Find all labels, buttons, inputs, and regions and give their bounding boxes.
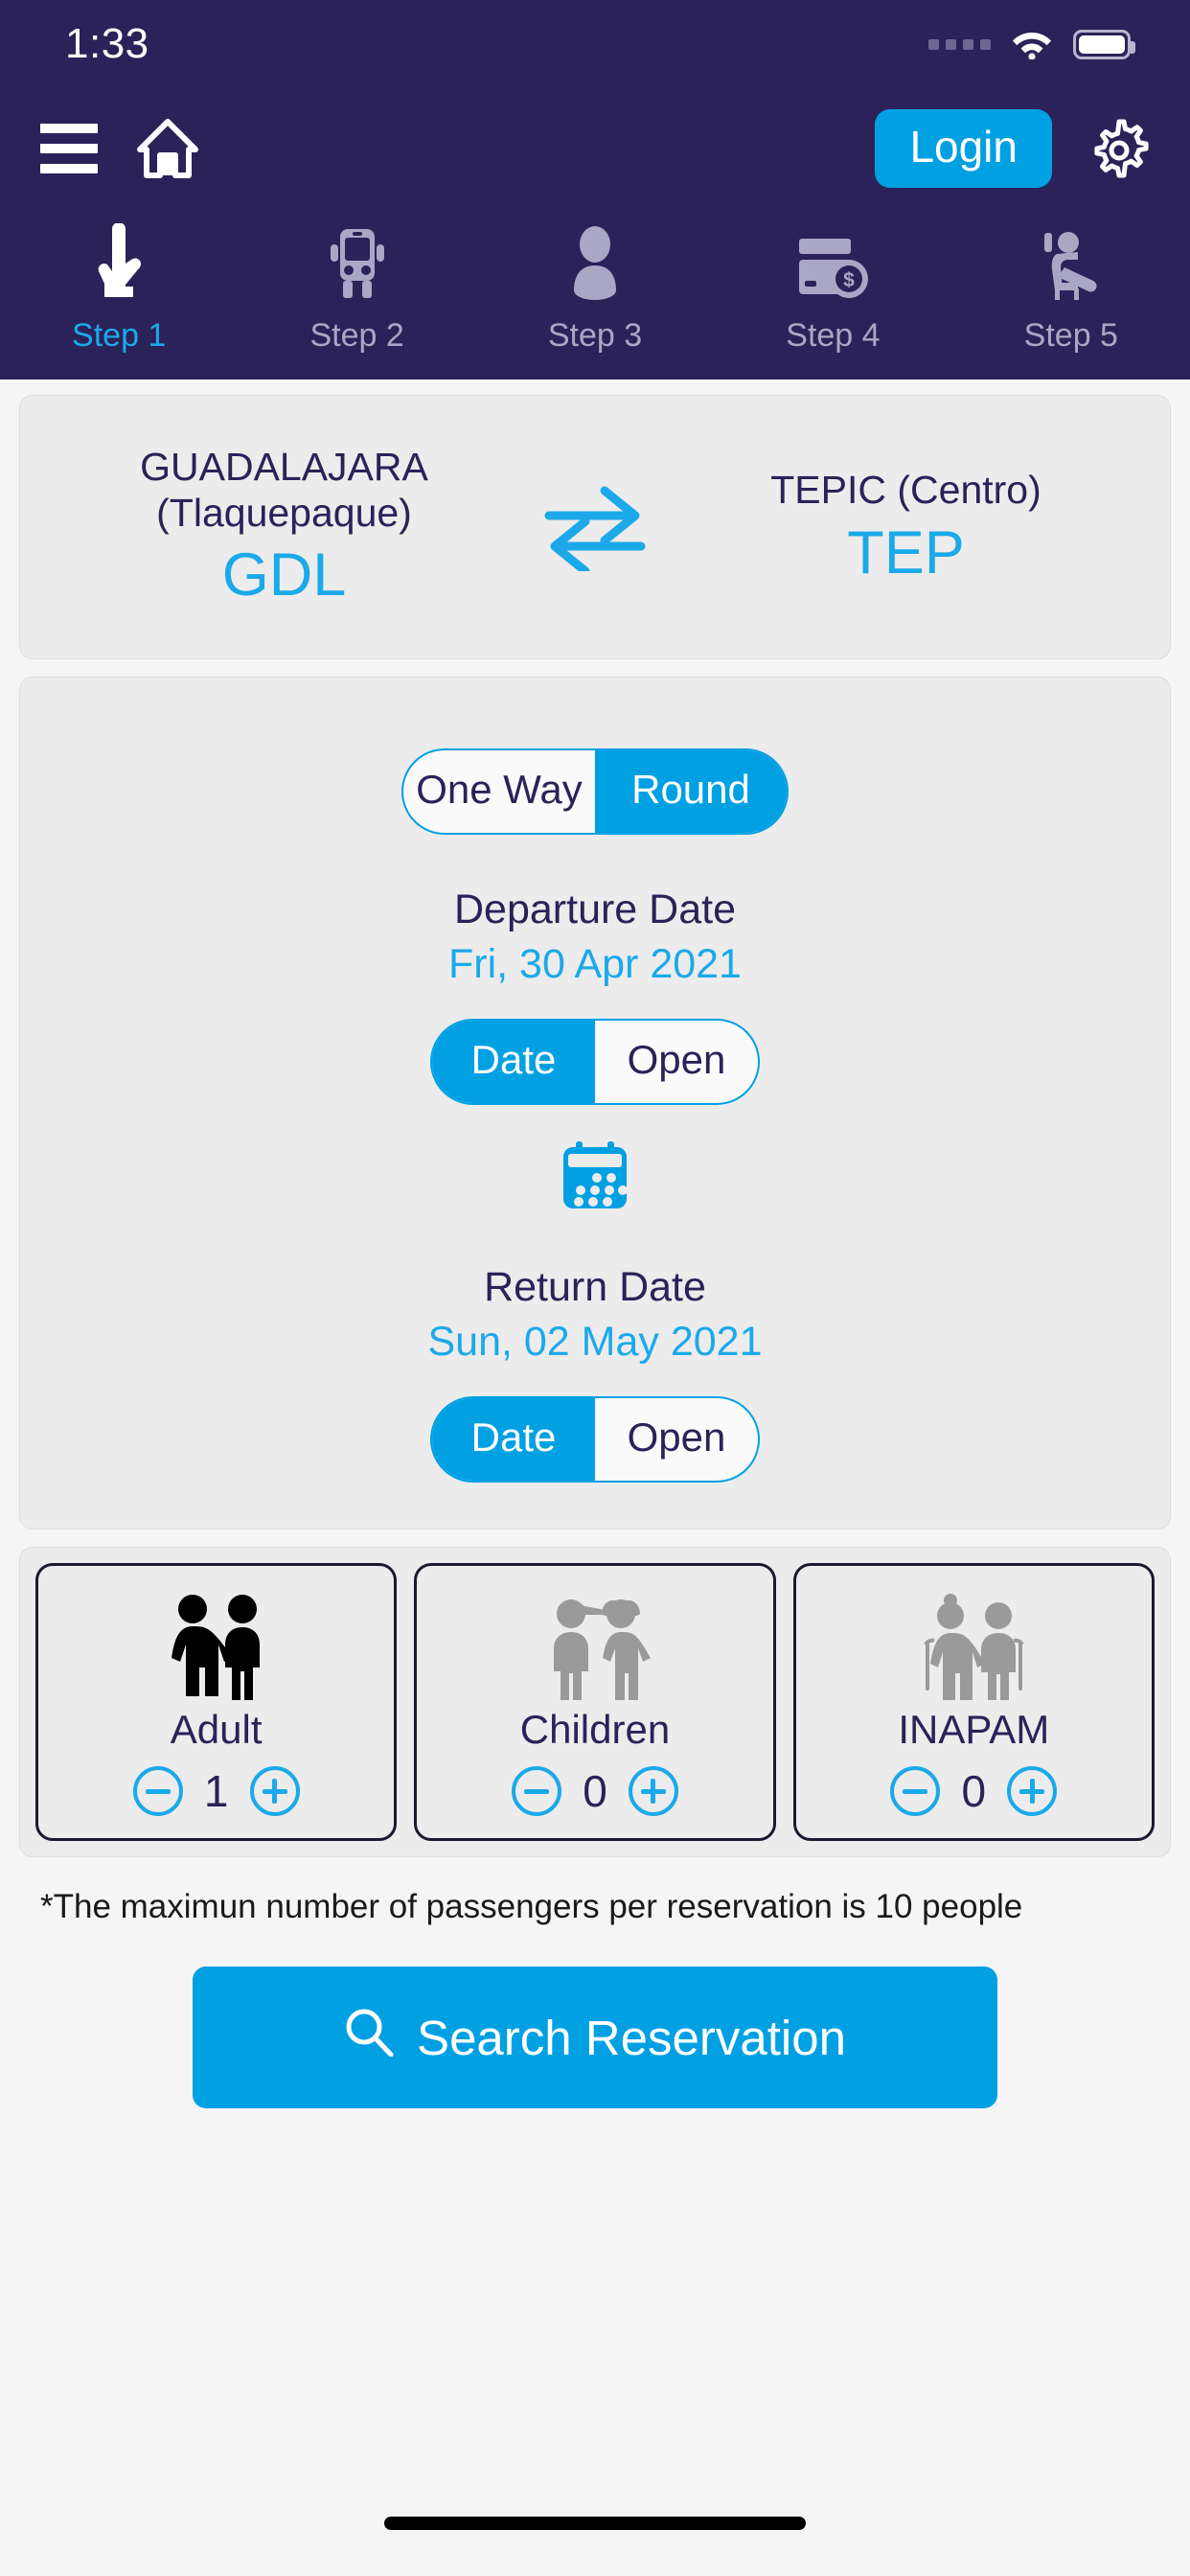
page-content: GUADALAJARA (Tlaquepaque) GDL TEPIC (Cen… [0,380,1190,2108]
step-1-touch[interactable]: Step 1 [0,219,238,355]
passenger-adult: Adult 1 [35,1563,398,1841]
step-4-label: Step 4 [786,317,881,354]
origin-city: GUADALAJARA [140,445,428,490]
return-mode-date[interactable]: Date [432,1398,595,1481]
step-3-label: Step 3 [547,317,643,354]
destination-block[interactable]: TEPIC (Centro) TEP [667,468,1145,586]
adult-label: Adult [170,1707,263,1752]
app-header: Login [0,88,1190,208]
max-passengers-note: *The maximun number of passengers per re… [40,1888,1023,1925]
battery-full-icon [1073,29,1135,59]
plus-circle-icon[interactable] [628,1766,678,1816]
adult-couple-icon [160,1587,273,1700]
passenger-children: Children 0 [414,1563,776,1841]
departure-date-label: Departure Date [454,886,736,932]
wifi-icon [1012,29,1052,60]
step-4-payment[interactable]: $ Step 4 [714,219,951,355]
step-3-person[interactable]: Step 3 [476,219,714,355]
swap-arrows-icon[interactable] [523,483,667,571]
home-indicator-area [0,2471,1190,2576]
departure-date-value[interactable]: Fri, 30 Apr 2021 [20,941,1170,988]
seat-passenger-icon [1036,219,1107,302]
status-bar: 1:33 [0,0,1190,88]
minus-circle-icon[interactable] [890,1766,941,1816]
departure-mode-open[interactable]: Open [595,1021,758,1103]
inapam-label: INAPAM [898,1707,1050,1752]
return-mode-open[interactable]: Open [595,1398,758,1481]
signal-dots-icon [928,38,991,50]
search-reservation-button[interactable]: Search Reservation [193,1966,997,2108]
search-reservation-label: Search Reservation [417,2010,846,2065]
person-icon [568,219,622,302]
step-5-seat[interactable]: Step 5 [952,219,1190,355]
search-icon [344,2007,394,2068]
children-icon [538,1587,652,1700]
adult-stepper: 1 [132,1765,300,1817]
step-5-label: Step 5 [1023,317,1118,354]
status-time: 1:33 [65,20,149,67]
minus-circle-icon[interactable] [132,1766,183,1816]
children-count: 0 [583,1766,607,1816]
origin-code: GDL [221,541,347,610]
step-1-label: Step 1 [72,317,167,354]
step-indicator-bar: Step 1 Step 2 Step 3 $ Step 4 Step 5 [0,208,1190,380]
trip-details-card: One Way Round Departure Date Fri, 30 Apr… [19,677,1171,1530]
home-indicator-bar[interactable] [384,2517,806,2530]
gear-icon[interactable] [1088,118,1150,179]
step-2-bus[interactable]: Step 2 [238,219,475,355]
login-button[interactable]: Login [875,108,1052,188]
credit-card-money-icon: $ [795,219,870,302]
passenger-inapam: INAPAM 0 [792,1563,1155,1841]
origin-block[interactable]: GUADALAJARA (Tlaquepaque) GDL [45,445,523,610]
departure-mode-toggle[interactable]: Date Open [430,1019,760,1105]
trip-type-one-way[interactable]: One Way [403,750,595,833]
home-icon[interactable] [136,118,199,178]
return-date-value[interactable]: Sun, 02 May 2021 [20,1319,1170,1366]
inapam-count: 0 [961,1766,987,1816]
children-stepper: 0 [511,1765,678,1817]
adult-count: 1 [203,1766,229,1816]
step-2-label: Step 2 [309,317,404,354]
children-label: Children [519,1707,671,1752]
inapam-stepper: 0 [890,1765,1058,1817]
origin-detail: (Tlaquepaque) [156,490,412,535]
touch-hand-icon [91,219,147,302]
route-card: GUADALAJARA (Tlaquepaque) GDL TEPIC (Cen… [19,395,1171,659]
trip-type-round[interactable]: Round [595,750,787,833]
destination-city: TEPIC (Centro) [770,467,1041,512]
passengers-card: Adult 1 Children 0 INAPAM 0 [19,1547,1171,1857]
destination-code: TEP [847,518,965,586]
minus-circle-icon[interactable] [511,1766,561,1816]
svg-text:$: $ [844,269,856,291]
hamburger-menu-icon[interactable] [40,123,98,173]
plus-circle-icon[interactable] [249,1766,300,1816]
return-date-label: Return Date [484,1264,706,1310]
departure-mode-date[interactable]: Date [432,1021,595,1103]
bus-icon [328,219,387,302]
status-indicators [928,29,1135,60]
seniors-icon [917,1587,1030,1700]
calendar-icon[interactable] [558,1139,632,1212]
plus-circle-icon[interactable] [1007,1766,1058,1816]
trip-type-toggle[interactable]: One Way Round [401,748,789,835]
return-mode-toggle[interactable]: Date Open [430,1396,760,1483]
